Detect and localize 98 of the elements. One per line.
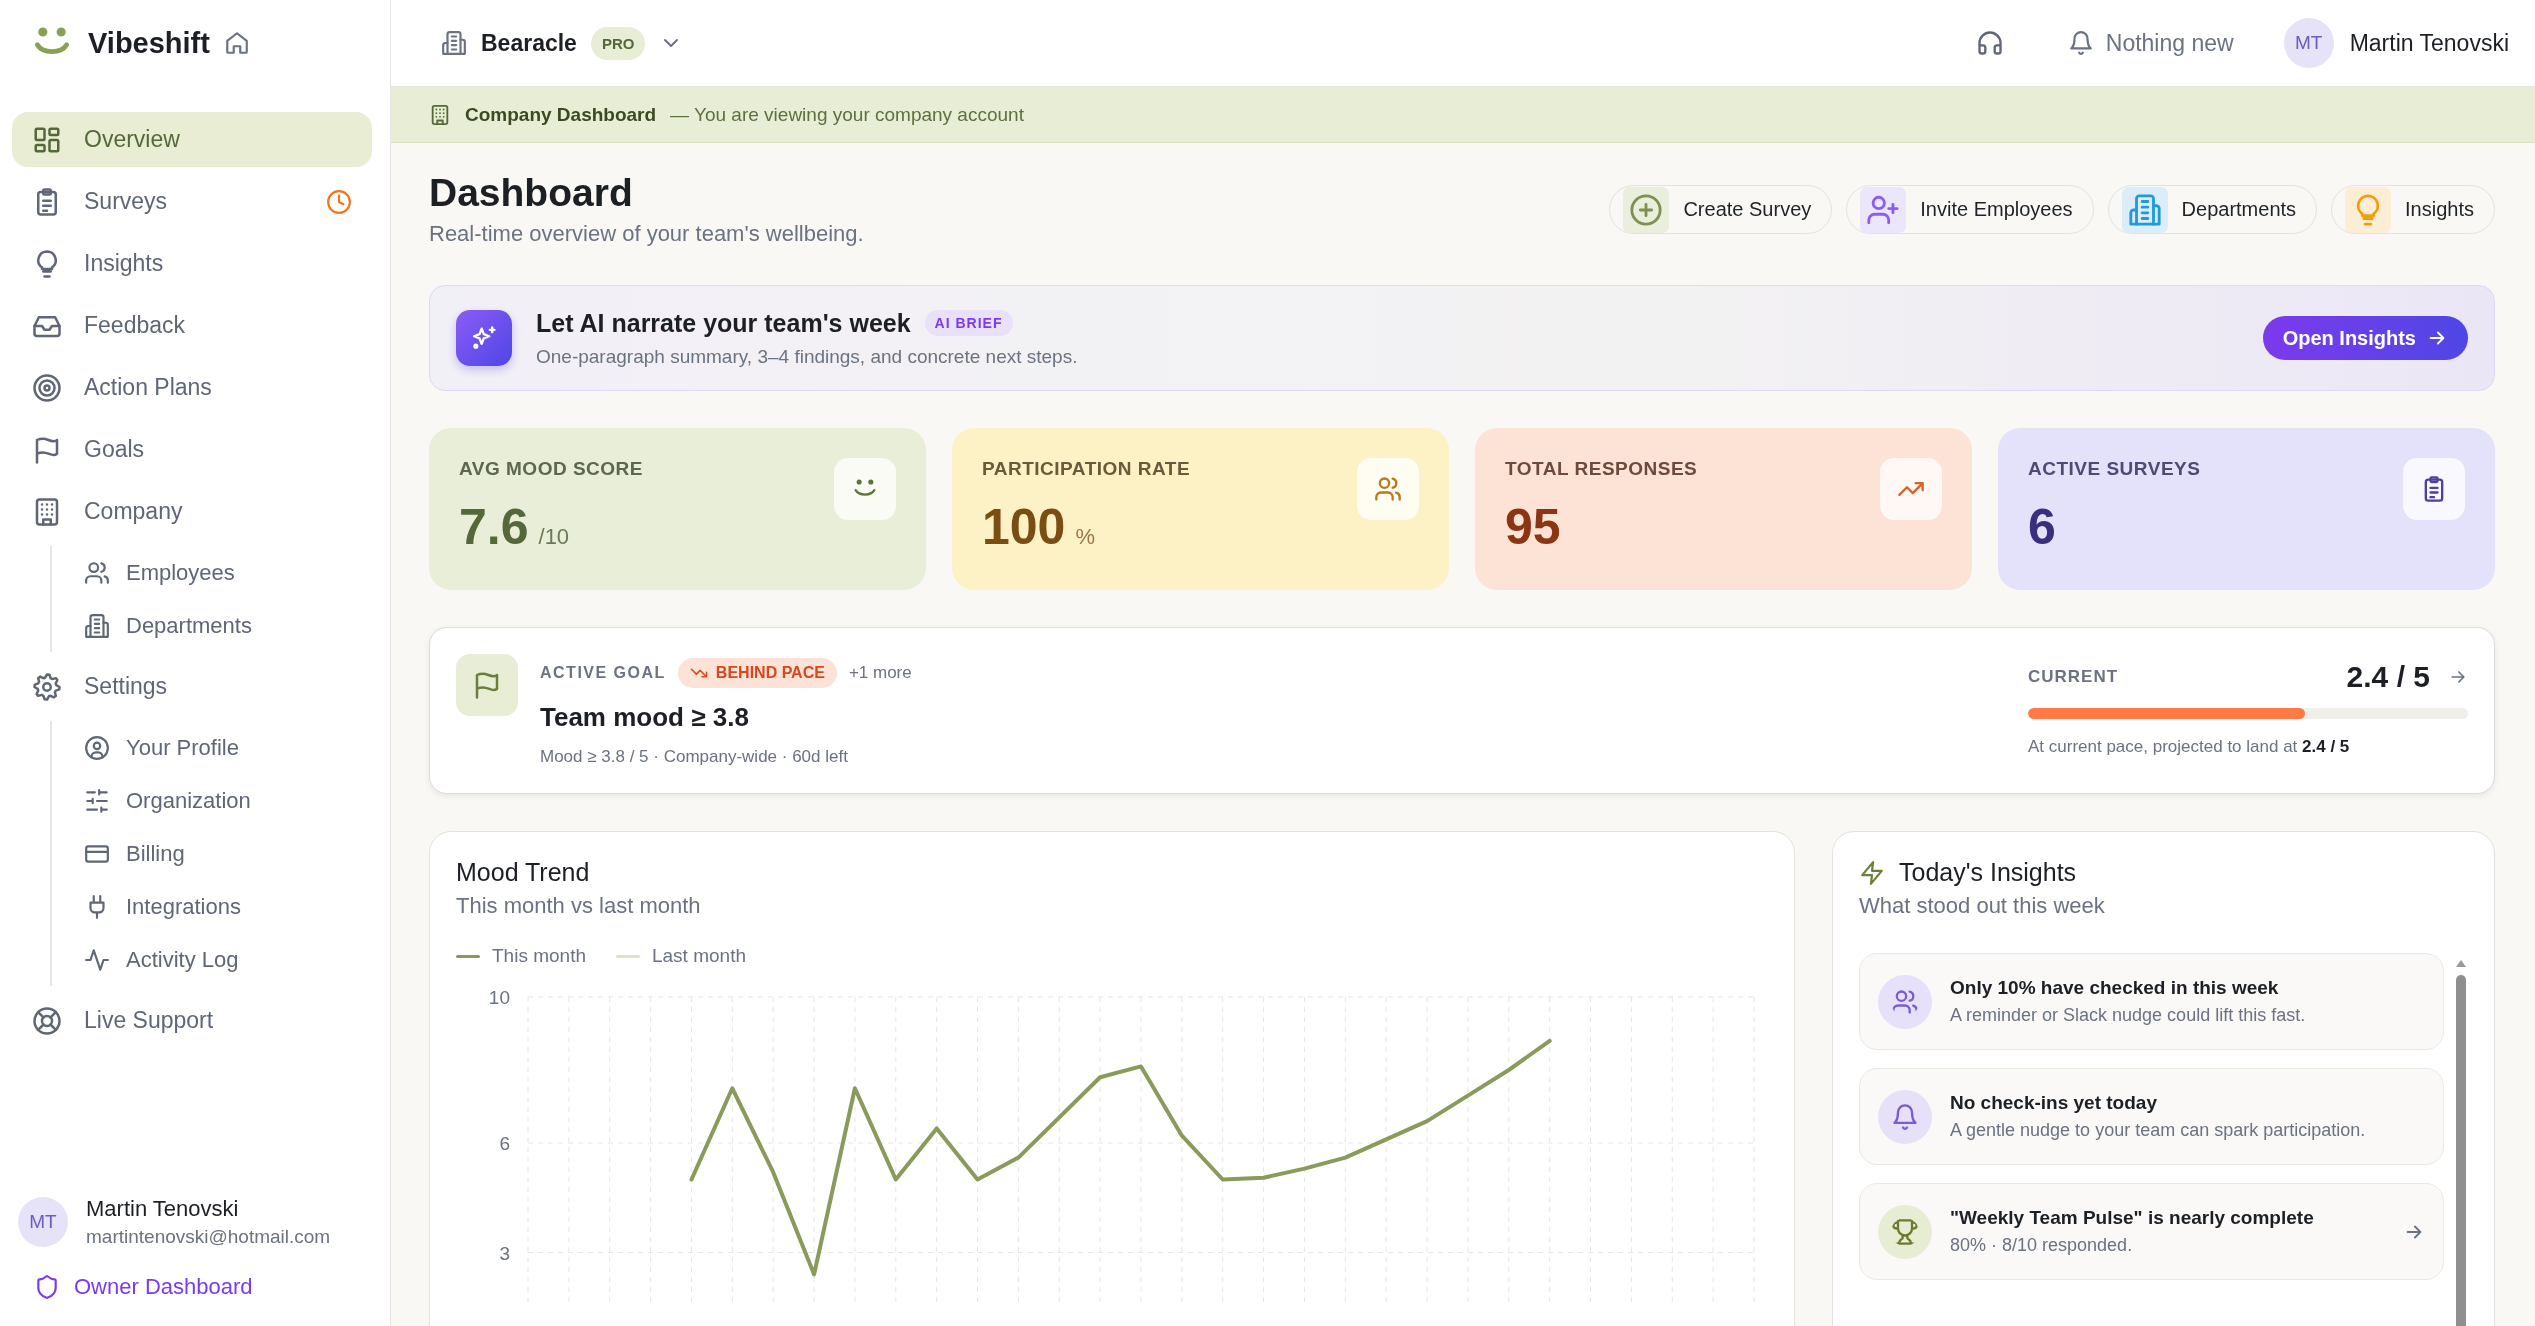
user-name: Martin Tenovski xyxy=(86,1196,240,1222)
nav-item[interactable]: Action Plans xyxy=(12,360,372,415)
insight-text: A reminder or Slack nudge could lift this fast. xyxy=(1950,1005,2307,1026)
sparkle-icon xyxy=(456,310,512,366)
building-icon xyxy=(429,103,451,126)
stat-value: 100 xyxy=(982,498,1066,556)
action-button[interactable]: Departments xyxy=(2107,185,2318,234)
current-value: 2.4 / 5 xyxy=(2346,660,2430,694)
building-icon xyxy=(2121,186,2168,233)
nav-item[interactable]: Integrations xyxy=(74,880,372,933)
banner-title: Company Dashboard xyxy=(465,103,657,126)
insight-text: 80% · 8/10 responded. xyxy=(1950,1235,2134,1256)
organization-name[interactable]: Bearacle xyxy=(481,29,577,57)
goal-title: Team mood ≥ 3.8 xyxy=(540,702,750,733)
stat-value: 6 xyxy=(2028,498,2056,556)
card-title: Mood Trend xyxy=(456,858,590,887)
user-name[interactable]: Martin Tenovski xyxy=(2349,29,2509,57)
nav-item[interactable]: Company xyxy=(12,484,372,539)
owner-dashboard-link[interactable]: Owner Dashboard xyxy=(34,1274,372,1300)
insight-card[interactable]: "Weekly Team Pulse" is nearly complete 80% · 8/10 responded. xyxy=(1859,1183,2444,1280)
lifebuoy-icon xyxy=(32,1005,62,1036)
plan-badge: PRO xyxy=(590,26,646,60)
stat-label: PARTICIPATION RATE xyxy=(982,458,1191,480)
nav-item[interactable]: Insights xyxy=(12,236,372,291)
open-insights-button[interactable]: Open Insights xyxy=(2262,316,2468,360)
current-label: CURRENT xyxy=(2028,667,2120,687)
card-subtitle: What stood out this week xyxy=(1859,893,2106,919)
insight-text: A gentle nudge to your team can spark participation. xyxy=(1950,1120,2367,1141)
home-icon xyxy=(223,30,250,56)
brief-badge: AI BRIEF xyxy=(924,310,1013,336)
avatar[interactable]: MT xyxy=(18,1197,68,1247)
headphones-icon xyxy=(1975,29,2004,57)
notifications-button[interactable]: Nothing new xyxy=(2061,28,2240,58)
lightning-icon xyxy=(1859,859,1885,886)
nav-item[interactable]: Activity Log xyxy=(74,933,372,986)
stat-label: ACTIVE SURVEYS xyxy=(2028,458,2201,480)
brief-text: One-paragraph summary, 3–4 findings, and concrete next steps. xyxy=(536,345,1079,368)
stat-label: TOTAL RESPONSES xyxy=(1505,458,1698,480)
nav-item[interactable]: Surveys xyxy=(12,174,372,229)
insight-title: No check-ins yet today xyxy=(1950,1092,2158,1114)
nav-item[interactable]: Feedback xyxy=(12,298,372,353)
more-link[interactable]: +1 more xyxy=(848,663,912,683)
lightbulb-icon xyxy=(2345,186,2392,233)
nav-item[interactable]: Employees xyxy=(74,546,372,599)
sliders-icon xyxy=(84,787,110,814)
projection-text: At current pace, projected to land at 2.4 / 5 xyxy=(2028,737,2351,757)
target-icon xyxy=(32,372,62,403)
stat-unit: % xyxy=(1075,524,1095,550)
bell-icon xyxy=(2067,30,2094,56)
axis-label: 10 xyxy=(488,987,510,1008)
nav-item[interactable]: Your Profile xyxy=(74,721,372,774)
trend-up-icon xyxy=(1880,458,1942,520)
clipboard-icon xyxy=(2403,458,2465,520)
nav-item[interactable]: Departments xyxy=(74,599,372,652)
stat-unit: /10 xyxy=(538,524,570,550)
insight-title: Only 10% have checked in this week xyxy=(1950,977,2280,999)
nav-item[interactable]: Organization xyxy=(74,774,372,827)
status-badge: BEHIND PACE xyxy=(677,658,837,688)
page-title: Dashboard xyxy=(429,171,634,215)
action-button[interactable]: Insights xyxy=(2331,185,2495,234)
nav-item[interactable]: Live Support xyxy=(12,993,372,1048)
legend-item: Last month xyxy=(616,945,746,967)
card-title: Today's Insights xyxy=(1899,858,2077,887)
nav-item[interactable]: Overview xyxy=(12,112,372,167)
nav-item[interactable]: Billing xyxy=(74,827,372,880)
stat-value: 7.6 xyxy=(459,498,529,556)
goal-label: ACTIVE GOAL xyxy=(540,664,666,682)
stat-value: 95 xyxy=(1505,498,1561,556)
card-subtitle: This month vs last month xyxy=(456,893,702,919)
pulse-icon xyxy=(84,946,110,973)
insight-card[interactable]: Only 10% have checked in this week A reminder or Slack nudge could lift this fast. xyxy=(1859,953,2444,1050)
users-icon xyxy=(84,559,110,586)
nav-item[interactable]: Settings xyxy=(12,659,372,714)
page-subtitle: Real-time overview of your team's wellbeing. xyxy=(429,221,864,247)
smiley-icon xyxy=(834,458,896,520)
user-email: martintenovski@hotmail.com xyxy=(86,1226,331,1248)
user-circle-icon xyxy=(84,734,110,761)
insight-card[interactable]: No check-ins yet today A gentle nudge to your team can spark participation. xyxy=(1859,1068,2444,1165)
building-icon xyxy=(441,30,467,56)
settings-icon xyxy=(32,671,62,702)
goal-meta: Mood ≥ 3.8 / 5 · Company-wide · 60d left xyxy=(540,747,849,767)
user-plus-icon xyxy=(1860,186,1907,233)
flag-icon xyxy=(456,654,518,716)
insight-title: "Weekly Team Pulse" is nearly complete xyxy=(1950,1207,2315,1229)
avatar[interactable]: MT xyxy=(2283,18,2334,68)
building-icon xyxy=(84,612,110,639)
legend-item: This month xyxy=(456,945,586,967)
action-button[interactable]: Invite Employees xyxy=(1846,185,2094,234)
users-icon xyxy=(1357,458,1419,520)
brief-title: Let AI narrate your team's week xyxy=(536,308,911,338)
nav-item[interactable]: Goals xyxy=(12,422,372,477)
action-button[interactable]: Create Survey xyxy=(1609,185,1833,234)
axis-label: 3 xyxy=(499,1242,510,1264)
banner-text: — You are viewing your company account xyxy=(670,103,1024,126)
axis-label: 6 xyxy=(499,1133,510,1154)
shield-icon xyxy=(34,1274,60,1300)
app-logo: Vibeshift xyxy=(88,26,210,60)
stat-label: AVG MOOD SCORE xyxy=(459,458,643,480)
